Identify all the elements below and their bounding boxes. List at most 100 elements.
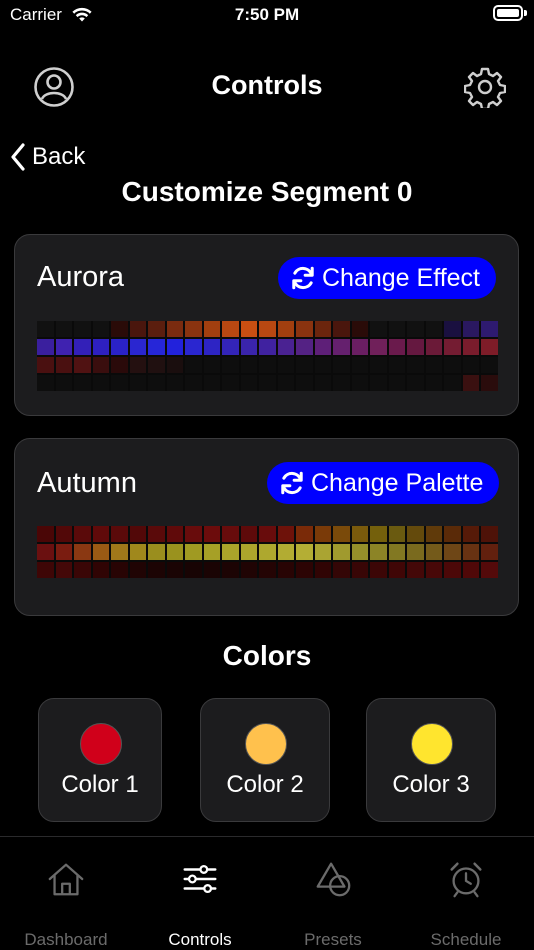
effect-led [462,375,480,391]
refresh-icon [281,471,303,495]
effect-led [333,339,350,355]
color-3-swatch [411,723,453,765]
colors-title: Colors [222,640,312,671]
palette-led [166,526,184,542]
effect-led [240,321,258,337]
effect-led [370,339,387,355]
effect-led [166,339,184,355]
effect-led [166,375,184,391]
effect-led [240,375,258,391]
palette-led [222,562,239,578]
effect-led [92,357,110,373]
color-1-card[interactable]: Color 1 [38,698,162,822]
refresh-icon [292,266,314,290]
effect-led [203,339,221,355]
change-effect-label: Change Effect [322,263,480,292]
change-palette-button[interactable]: Change Palette [267,462,500,504]
effect-led [55,357,73,373]
palette-led [148,544,165,560]
effect-led [481,357,498,373]
change-palette-label: Change Palette [311,468,484,497]
effect-led [111,321,128,337]
effect-led [370,375,387,391]
color-2-card[interactable]: Color 2 [200,698,330,822]
effect-led [222,321,239,337]
effect-led [37,375,54,391]
color-2-swatch [245,723,287,765]
color-3-card[interactable]: Color 3 [366,698,496,822]
effect-led [185,357,202,373]
effect-led [55,321,73,337]
effect-led [74,375,91,391]
tab-dashboard-label: Dashboard [24,930,108,949]
effect-led [314,321,332,337]
effect-led [166,321,184,337]
palette-led [222,526,239,542]
palette-led [425,544,443,560]
effect-led [37,357,54,373]
tab-controls[interactable]: Controls [135,858,265,950]
effect-led [148,375,165,391]
effect-led [148,339,165,355]
effect-led [388,321,406,337]
palette-led [111,526,128,542]
palette-led [74,562,91,578]
palette-led [296,544,313,560]
palette-led [333,544,350,560]
effect-led [425,375,443,391]
palette-led [185,562,202,578]
change-effect-button[interactable]: Change Effect [278,257,496,299]
color-1-swatch [80,723,122,765]
palette-led [333,562,350,578]
palette-led [37,562,54,578]
tab-presets-label: Presets [304,930,362,949]
effect-led [111,339,128,355]
effect-led [481,339,498,355]
effect-led [425,339,443,355]
tab-dashboard[interactable]: Dashboard [1,858,131,950]
palette-led [129,526,147,542]
palette-led [166,544,184,560]
palette-led [388,562,406,578]
effect-led [240,357,258,373]
effect-led [74,357,91,373]
effect-led [55,375,73,391]
palette-led [370,562,387,578]
palette-led [462,562,480,578]
palette-led [129,544,147,560]
palette-led [111,562,128,578]
effect-led [444,321,461,337]
page-title: Customize Segment 0 [121,176,413,207]
effect-led [277,321,295,337]
palette-led [37,544,54,560]
palette-led [55,562,73,578]
palette-led [277,562,295,578]
effect-led [333,357,350,373]
palette-led [351,526,369,542]
effect-led [444,339,461,355]
effect-led [222,339,239,355]
back-label: Back [32,143,86,170]
house-icon [48,863,84,896]
palette-led [370,526,387,542]
palette-led [259,526,276,542]
effect-led [296,357,313,373]
palette-led [240,562,258,578]
effect-led [333,321,350,337]
palette-led [407,544,424,560]
tab-schedule[interactable]: Schedule [401,858,531,950]
effect-led [407,357,424,373]
effect-led [296,339,313,355]
palette-led [148,562,165,578]
tab-presets[interactable]: Presets [268,858,398,950]
effect-led [296,321,313,337]
back-button[interactable]: Back [10,140,85,174]
color-2-label: Color 2 [226,771,304,798]
nav-title: Controls [211,70,323,100]
effect-led [388,375,406,391]
palette-led [203,544,221,560]
effect-led [314,339,332,355]
color-3-label: Color 3 [392,771,470,798]
palette-led [203,562,221,578]
gear-icon[interactable] [464,66,506,108]
